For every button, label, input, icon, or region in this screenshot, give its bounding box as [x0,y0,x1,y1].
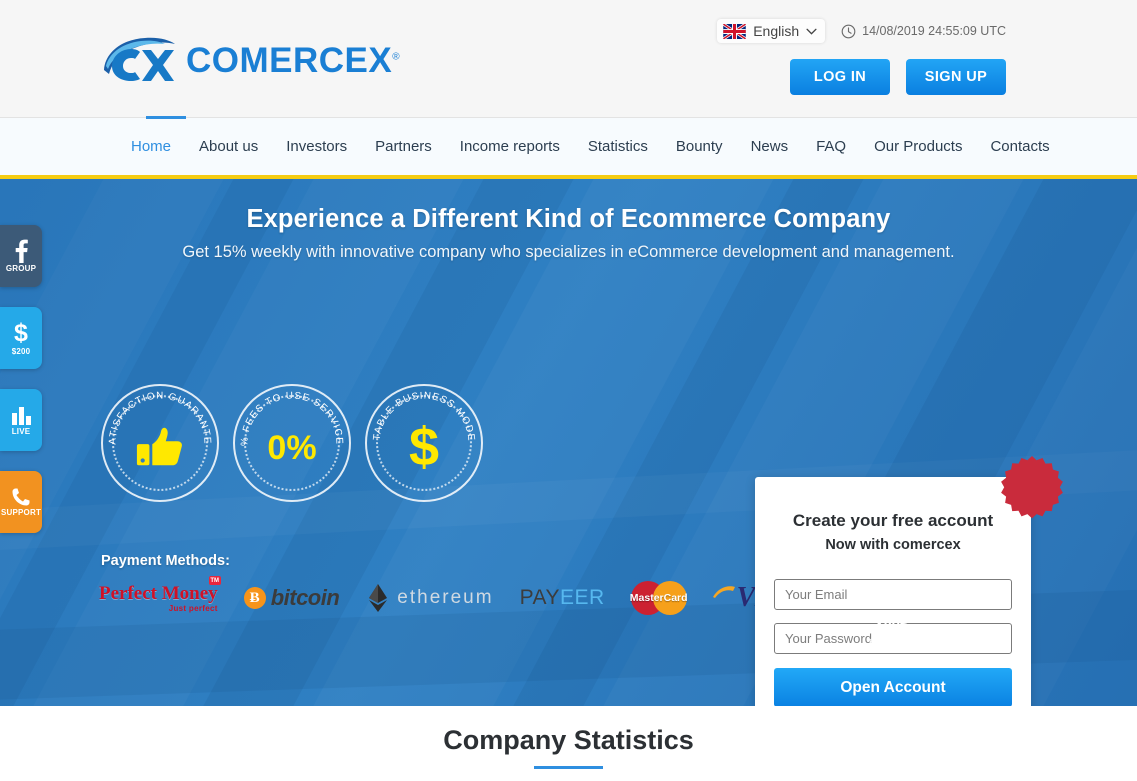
bitcoin-icon: Ƀ [243,587,266,609]
server-time-text: 14/08/2019 24:55:09 UTC [862,24,1006,38]
signup-button[interactable]: SIGN UP [906,59,1006,95]
clock-icon [841,24,856,38]
site-logo[interactable]: COMERCEX® [101,36,400,84]
main-navigation: Home About us Investors Partners Income … [0,116,1137,179]
chevron-down-icon [806,28,817,35]
side-tab-rail: GROUP $ $200 LIVE SUPPORT [0,225,42,533]
payment-methods-label: Payment Methods: [101,553,230,569]
registration-bonus-badge-icon [1001,456,1063,519]
section-title: Company Statistics [443,725,694,755]
badge-glyph-3: $ [408,417,440,477]
nav-item-home[interactable]: Home [124,116,187,175]
nav-list: Home About us Investors Partners Income … [124,116,1064,175]
mastercard-icon: MasterCard [629,581,688,615]
phone-icon [11,487,31,507]
hero-section: Experience a Different Kind of Ecommerce… [0,179,1137,706]
payeer-logo-text-a: PAY [519,586,560,609]
side-tab-live-stats[interactable]: LIVE [0,389,42,451]
company-statistics-section: Company Statistics [0,706,1137,781]
ethereum-icon [369,584,388,612]
perfect-money-logo-text: Perfect Money [99,582,218,604]
side-tab-support[interactable]: SUPPORT [0,471,42,533]
side-tab-label: GROUP [5,264,37,273]
badge-stable-business-model: STABLE BUSINESS MODEL $ [365,384,483,502]
badge-glyph-1 [135,414,185,473]
language-selector[interactable]: English [717,19,826,43]
payment-methods-row: Perfect Money Just perfect TM Ƀ bitcoin … [99,576,799,615]
bonus-line-3: BONUS [882,639,907,650]
side-tab-facebook-group[interactable]: GROUP [0,225,42,287]
perfect-money-tagline: Just perfect [168,603,218,613]
badge-satisfaction-guarantee: SATISFACTION GUARANTEE [101,384,219,502]
nav-item-bounty[interactable]: Bounty [662,118,737,175]
visa-swoosh-icon [712,585,735,598]
top-header-bar: COMERCEX® English 14/08/2019 24:55:09 UT… [0,0,1137,118]
trademark-badge-icon: TM [208,576,221,585]
hero-content: Experience a Different Kind of Ecommerce… [0,179,1137,262]
badge-zero-fees: 0% FEES TO USE SERVICES 0% [233,384,351,502]
nav-item-statistics[interactable]: Statistics [574,118,662,175]
ethereum-logo-text: ethereum [397,587,494,608]
payment-perfect-money: Perfect Money Just perfect TM [99,576,221,615]
nav-item-about-us[interactable]: About us [185,118,272,175]
payment-ethereum: ethereum [365,581,493,615]
nav-item-partners[interactable]: Partners [361,118,446,175]
nav-item-investors[interactable]: Investors [272,118,361,175]
registered-mark: ® [392,50,401,62]
feature-badges: SATISFACTION GUARANTEE 0% FEES TO USE SE… [101,384,483,502]
nav-item-our-products[interactable]: Our Products [860,118,976,175]
nav-item-contacts[interactable]: Contacts [976,118,1063,175]
section-title-underline [534,766,603,769]
comercex-logo-icon [104,37,175,81]
nav-item-income-reports[interactable]: Income reports [446,118,574,175]
thumbs-up-icon [136,427,182,465]
side-tab-bonus-200[interactable]: $ $200 [0,307,42,369]
dollar-icon: $ [14,318,28,347]
payment-bitcoin: Ƀ bitcoin [243,581,340,615]
utility-row: English 14/08/2019 24:55:09 UTC [717,19,1006,43]
payment-mastercard: MasterCard [629,581,688,615]
auth-buttons: LOG IN SIGN UP [790,59,1006,95]
hero-title: Experience a Different Kind of Ecommerce… [246,205,891,233]
server-time: 14/08/2019 24:55:09 UTC [841,24,1006,39]
payment-payeer: PAY EER [520,581,605,615]
bitcoin-logo-text: bitcoin [270,585,340,610]
language-label: English [753,23,800,39]
logo-wordmark: COMERCEX® [186,40,401,80]
login-button[interactable]: LOG IN [790,59,890,95]
nav-item-faq[interactable]: FAQ [802,118,860,175]
payeer-logo-text-b: EER [559,586,605,609]
registration-card: 100$ REGISTRATION BONUS Create your free… [755,456,1063,706]
mastercard-logo-text: MasterCard [629,592,688,604]
badge-glyph-2: 0% [267,429,317,467]
side-tab-label: LIVE [11,426,31,436]
bar-chart-icon [11,405,32,426]
side-tab-label: SUPPORT [0,508,42,517]
hero-subtitle: Get 15% weekly with innovative company w… [182,243,955,261]
nav-item-news[interactable]: News [737,118,803,175]
side-tab-label: $200 [11,346,31,356]
facebook-icon [14,239,29,263]
page-root: COMERCEX® English 14/08/2019 24:55:09 UT… [0,0,1137,781]
uk-flag-icon [723,23,747,39]
